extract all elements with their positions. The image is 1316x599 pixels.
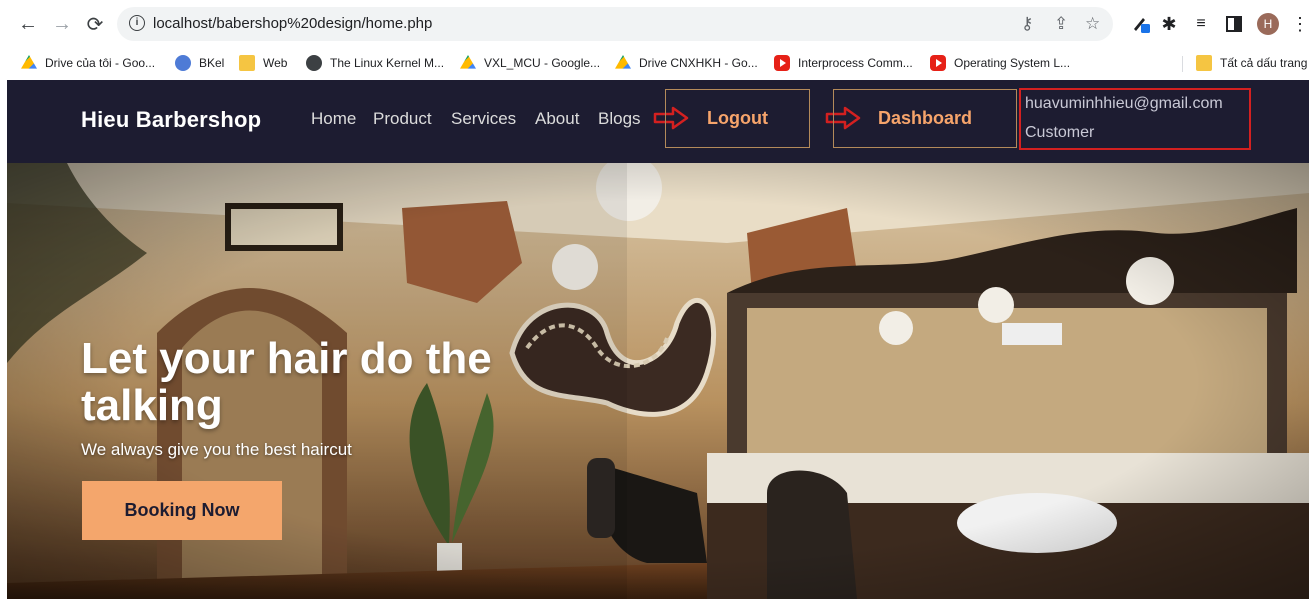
address-bar[interactable]: i localhost/babershop%20design/home.php … <box>117 7 1113 41</box>
hero-section: Let your hair do the talking We always g… <box>7 163 1309 599</box>
share-icon[interactable]: ⇪ <box>1054 14 1068 34</box>
user-email: huavuminhhieu@gmail.com <box>1025 95 1223 112</box>
address-url[interactable]: localhost/babershop%20design/home.php <box>153 15 432 32</box>
menu-kebab-icon[interactable]: ⋮ <box>1291 12 1309 36</box>
bookmark-item[interactable]: Drive của tôi - Goo... <box>21 53 155 73</box>
bookmark-item[interactable]: Interprocess Comm... <box>774 53 913 73</box>
user-info-box: huavuminhhieu@gmail.com Customer <box>1019 88 1251 150</box>
nav-product[interactable]: Product <box>373 109 432 129</box>
bookmark-item[interactable]: Web <box>239 53 287 73</box>
nav-about[interactable]: About <box>535 109 579 129</box>
website-page: Hieu Barbershop Home Product Services Ab… <box>7 80 1309 599</box>
drive-icon <box>21 55 37 69</box>
dashboard-link[interactable]: Dashboard <box>833 89 1017 148</box>
globe-icon <box>306 55 322 71</box>
forward-arrow-icon[interactable]: → <box>50 12 74 36</box>
bookmark-star-icon[interactable]: ☆ <box>1085 14 1100 34</box>
extensions-puzzle-icon[interactable]: ✱ <box>1158 12 1180 36</box>
back-arrow-icon[interactable]: ← <box>16 12 40 36</box>
folder-icon <box>239 55 255 71</box>
site-info-icon[interactable]: i <box>129 15 145 31</box>
people-icon <box>175 55 191 71</box>
hero-subtitle: We always give you the best haircut <box>81 440 352 459</box>
booking-now-button[interactable]: Booking Now <box>82 481 282 540</box>
nav-home[interactable]: Home <box>311 109 356 129</box>
hero-title: Let your hair do the talking <box>81 334 492 430</box>
bookmark-item[interactable]: BKel <box>175 53 224 73</box>
user-role: Customer <box>1025 124 1095 141</box>
nav-blogs[interactable]: Blogs <box>598 109 641 129</box>
drive-icon <box>615 55 631 69</box>
site-logo[interactable]: Hieu Barbershop <box>81 107 261 133</box>
bookmark-item[interactable]: Operating System L... <box>930 53 1070 73</box>
youtube-icon <box>930 55 946 71</box>
bookmark-item[interactable]: Drive CNXHKH - Go... <box>615 53 758 73</box>
media-control-icon[interactable]: ≡ <box>1190 12 1212 36</box>
profile-avatar[interactable]: H <box>1257 13 1279 35</box>
drive-icon <box>460 55 476 69</box>
all-bookmarks[interactable]: Tất cả dấu trang <box>1196 53 1307 73</box>
bookmarks-divider <box>1182 56 1183 72</box>
extension-pen-icon[interactable] <box>1130 12 1152 36</box>
browser-toolbar: ← → ⟳ i localhost/babershop%20design/hom… <box>0 0 1316 48</box>
nav-services[interactable]: Services <box>451 109 516 129</box>
bookmarks-bar: Drive của tôi - Goo... BKel Web The Linu… <box>0 48 1316 78</box>
logout-link[interactable]: Logout <box>665 89 810 148</box>
reload-icon[interactable]: ⟳ <box>83 12 107 36</box>
folder-icon <box>1196 55 1212 71</box>
site-header: Hieu Barbershop Home Product Services Ab… <box>7 80 1309 163</box>
bookmark-item[interactable]: VXL_MCU - Google... <box>460 53 600 73</box>
youtube-icon <box>774 55 790 71</box>
key-icon[interactable]: ⚷ <box>1021 14 1033 34</box>
side-panel-icon[interactable] <box>1223 12 1245 36</box>
bookmark-item[interactable]: The Linux Kernel M... <box>306 53 444 73</box>
